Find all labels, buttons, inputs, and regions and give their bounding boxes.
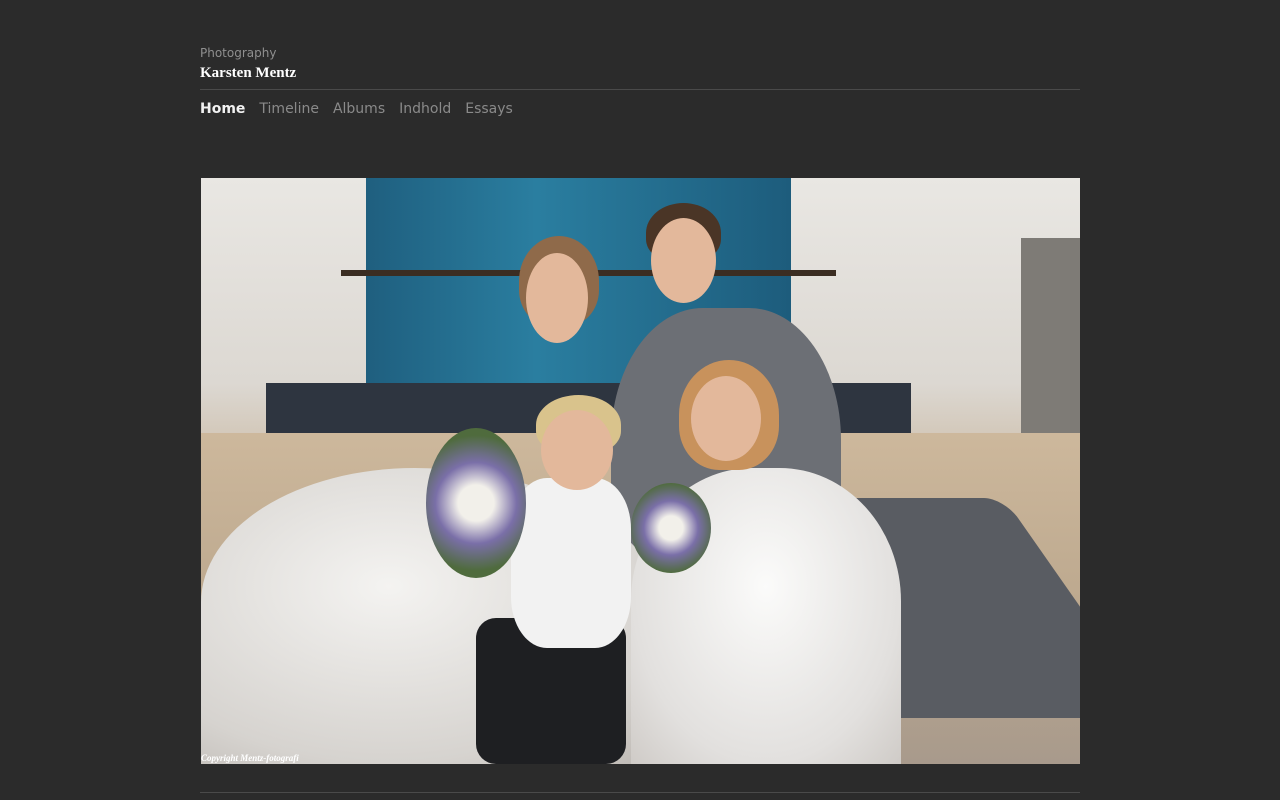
- header-divider: [200, 89, 1080, 90]
- photo-boy: [511, 478, 631, 648]
- nav-home[interactable]: Home: [200, 101, 245, 117]
- photo-groom-face: [651, 218, 716, 303]
- nav-albums[interactable]: Albums: [333, 101, 385, 117]
- nav-essays[interactable]: Essays: [465, 101, 513, 117]
- site-subtitle: Photography: [200, 46, 277, 60]
- footer-divider: [200, 792, 1080, 793]
- nav-indhold[interactable]: Indhold: [399, 101, 451, 117]
- featured-photo[interactable]: Copyright Mentz-fotografi: [201, 178, 1080, 764]
- photo-bride-face: [526, 253, 588, 343]
- main-nav: Home Timeline Albums Indhold Essays: [200, 101, 513, 117]
- photo-boy-face: [541, 410, 613, 490]
- site-title[interactable]: Karsten Mentz: [200, 65, 296, 82]
- photo-watermark: Copyright Mentz-fotografi: [201, 753, 299, 763]
- photo-girl-bouquet: [631, 483, 711, 573]
- photo-bride-bouquet: [426, 428, 526, 578]
- photo-girl-face: [691, 376, 761, 461]
- nav-timeline[interactable]: Timeline: [259, 101, 319, 117]
